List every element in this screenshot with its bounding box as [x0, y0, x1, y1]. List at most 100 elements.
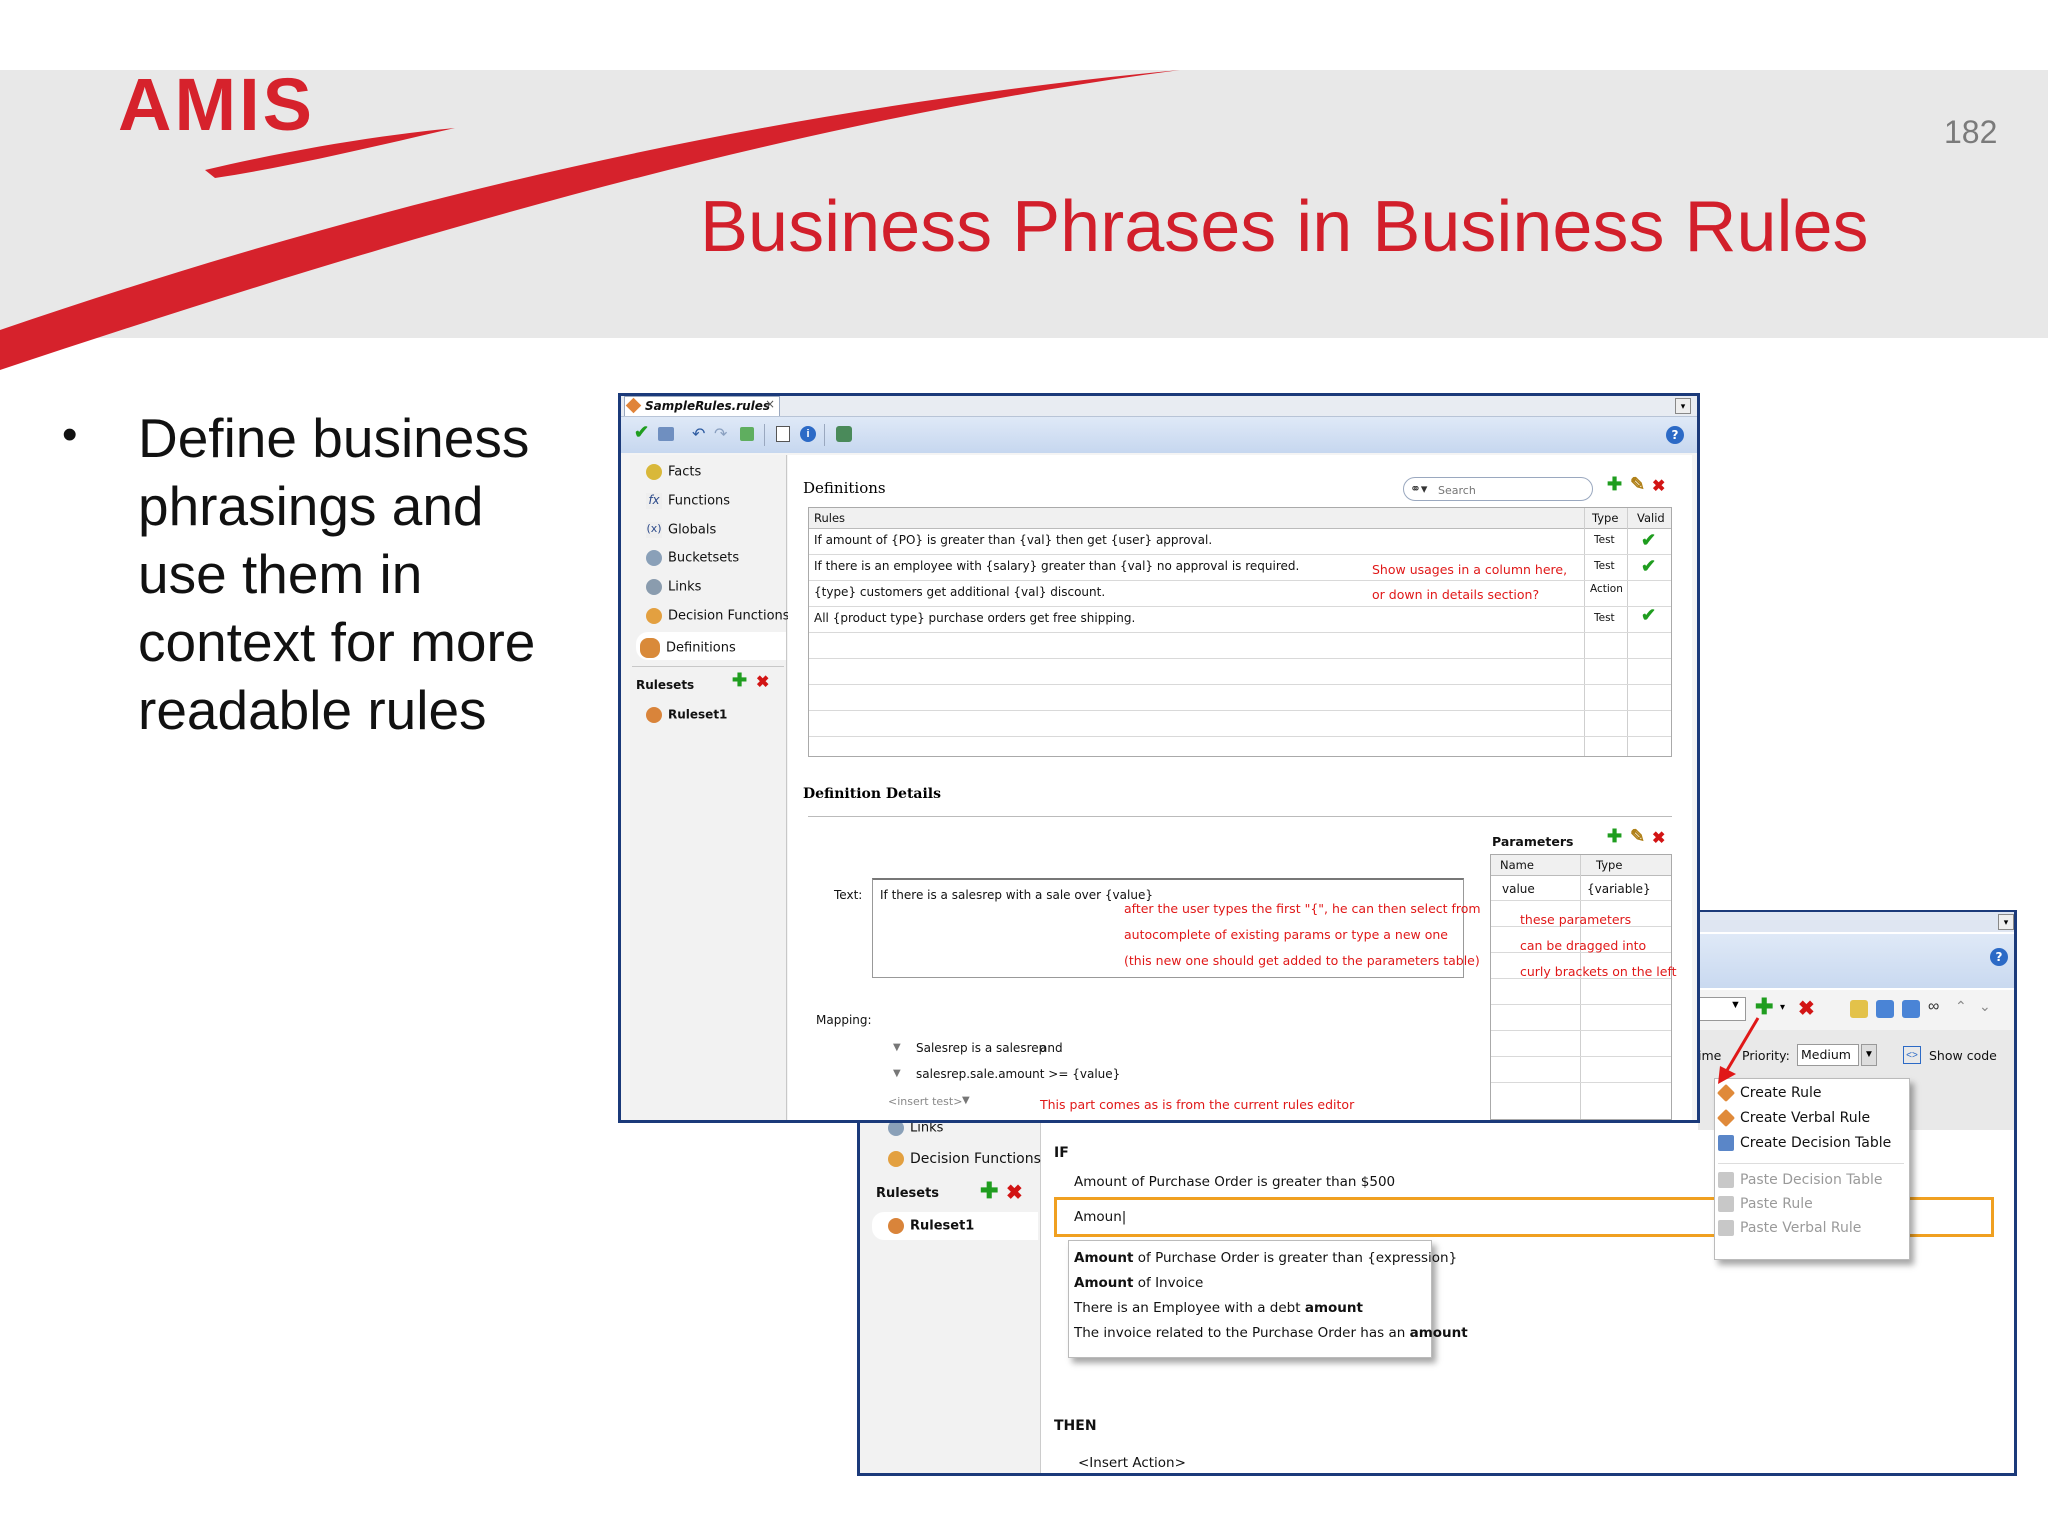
facts-icon	[646, 464, 662, 480]
toolbar-refresh-icon[interactable]	[740, 427, 754, 441]
menu-create-verbal-rule[interactable]: Create Verbal Rule	[1716, 1108, 1870, 1128]
col-rules[interactable]: Rules	[814, 511, 845, 525]
insert-test[interactable]: <insert test>	[888, 1095, 962, 1108]
mapping-line2[interactable]: salesrep.sale.amount >= {value}	[916, 1067, 1120, 1081]
delete-ruleset-icon[interactable]: ✖	[756, 672, 769, 692]
row-type: Test	[1594, 612, 1615, 624]
front-help-icon[interactable]: ?	[1666, 426, 1684, 444]
nav-facts[interactable]: Facts	[646, 464, 701, 480]
links-icon	[646, 579, 662, 595]
back-add-dropdown-icon[interactable]: ▾	[1780, 1002, 1785, 1013]
paste-icon	[1718, 1172, 1734, 1188]
suggestion-1[interactable]: Amount of Purchase Order is greater than…	[1074, 1250, 1457, 1266]
row-type: Action	[1590, 583, 1623, 595]
back-help-icon[interactable]: ?	[1990, 948, 2008, 966]
row-divider	[809, 658, 1671, 659]
back-tree-icon[interactable]	[1850, 1000, 1868, 1018]
mapping-expand-icon[interactable]: ▼	[893, 1068, 901, 1079]
show-code-icon[interactable]: <>	[1903, 1046, 1921, 1064]
if-label: IF	[1054, 1145, 1069, 1161]
nav-functions[interactable]: fx Functions	[646, 493, 730, 509]
toolbar-separator	[764, 424, 765, 446]
toolbar-redo-icon[interactable]: ↷	[714, 424, 727, 444]
toolbar-book-icon[interactable]	[658, 427, 674, 441]
row-divider	[809, 632, 1671, 633]
toolbar-separator-2	[824, 424, 825, 446]
param-col-name[interactable]: Name	[1500, 858, 1534, 872]
col-type[interactable]: Type	[1592, 511, 1618, 525]
suggestion-2[interactable]: Amount of Invoice	[1074, 1275, 1203, 1291]
add-ruleset-icon[interactable]: ✚	[732, 670, 747, 691]
mapping-label: Mapping:	[816, 1013, 872, 1027]
back-glasses-icon[interactable]: ∞	[1928, 998, 1939, 1016]
toolbar-report-icon[interactable]	[776, 426, 790, 442]
tab-list-icon[interactable]: ▾	[1675, 398, 1691, 414]
nav-bucketsets[interactable]: Bucketsets	[646, 550, 739, 566]
table-row[interactable]: If amount of {PO} is greater than {val} …	[814, 533, 1212, 547]
edit-definition-icon[interactable]: ✎	[1630, 474, 1645, 495]
definition-text-value[interactable]: If there is a salesrep with a sale over …	[880, 888, 1153, 902]
insert-action[interactable]: <Insert Action>	[1078, 1455, 1186, 1471]
validate-icon[interactable]: ✔	[634, 422, 649, 443]
nav-links[interactable]: Links	[646, 579, 701, 595]
param-col-type[interactable]: Type	[1596, 858, 1622, 872]
ruleset-item[interactable]: Ruleset1	[646, 707, 727, 723]
param-note-line2: can be dragged into	[1520, 938, 1647, 953]
back-copy-icon[interactable]	[1876, 1000, 1894, 1018]
condition-input-text[interactable]: Amoun|	[1074, 1209, 1126, 1225]
menu-paste-decision-table[interactable]: Paste Decision Table	[1718, 1172, 1883, 1188]
mapping-expand-icon[interactable]: ▼	[893, 1042, 901, 1053]
text-note-line1: after the user types the first "{", he c…	[1124, 901, 1481, 916]
back-delete-icon[interactable]: ✖	[1798, 996, 1815, 1021]
menu-create-decision-table[interactable]: Create Decision Table	[1718, 1135, 1891, 1151]
back-nav-sidebar	[860, 1115, 1041, 1473]
search-input[interactable]	[1436, 481, 1580, 499]
add-definition-icon[interactable]: ✚	[1607, 474, 1622, 495]
param-note-line3: curly brackets on the left	[1520, 964, 1677, 979]
menu-paste-rule[interactable]: Paste Rule	[1718, 1196, 1813, 1212]
edit-parameter-icon[interactable]: ✎	[1630, 826, 1645, 847]
param-row-divider	[1491, 1030, 1671, 1031]
menu-paste-verbal-rule[interactable]: Paste Verbal Rule	[1718, 1220, 1861, 1236]
back-ruleset-item[interactable]: Ruleset1	[888, 1218, 974, 1234]
table-row[interactable]: If there is an employee with {salary} gr…	[814, 559, 1299, 573]
back-window-titlebar	[1698, 934, 2014, 988]
col-valid[interactable]: Valid	[1637, 511, 1665, 525]
back-down-icon[interactable]: ⌄	[1979, 998, 1991, 1015]
priority-select[interactable]: Medium	[1797, 1044, 1859, 1066]
table-row[interactable]: All {product type} purchase orders get f…	[814, 611, 1135, 625]
suggestion-4[interactable]: The invoice related to the Purchase Orde…	[1074, 1325, 1468, 1341]
tab-bar	[621, 396, 1697, 417]
nav-definitions[interactable]: Definitions	[640, 638, 736, 658]
back-paste-icon[interactable]	[1902, 1000, 1920, 1018]
nav-decision-functions[interactable]: Decision Functions	[646, 608, 790, 624]
toolbar-test-icon[interactable]	[836, 426, 852, 442]
tab-close-icon[interactable]: ×	[765, 397, 775, 411]
if-condition-line[interactable]: Amount of Purchase Order is greater than…	[1074, 1174, 1395, 1190]
priority-dropdown-icon[interactable]: ▼	[1861, 1044, 1877, 1066]
show-code-label[interactable]: Show code	[1929, 1048, 1997, 1063]
suggestion-3[interactable]: There is an Employee with a debt amount	[1074, 1300, 1363, 1316]
delete-definition-icon[interactable]: ✖	[1652, 476, 1665, 496]
table-row[interactable]: {type} customers get additional {val} di…	[814, 585, 1105, 599]
mapping-line1[interactable]: Salesrep is a salesrep	[916, 1041, 1046, 1055]
back-add-ruleset-icon[interactable]: ✚	[980, 1178, 998, 1204]
bullet-text: Define business phrasings and use them i…	[138, 407, 536, 741]
param-row-divider	[1491, 1004, 1671, 1005]
row-divider	[809, 606, 1671, 607]
add-parameter-icon[interactable]: ✚	[1607, 826, 1622, 847]
back-up-icon[interactable]: ⌃	[1955, 998, 1967, 1015]
toolbar-info-icon[interactable]: i	[800, 426, 816, 442]
nav-globals[interactable]: (x) Globals	[646, 522, 716, 538]
back-delete-ruleset-icon[interactable]: ✖	[1006, 1180, 1023, 1205]
tab-samplerules[interactable]: SampleRules.rules	[624, 396, 780, 416]
param-name-value[interactable]: value	[1502, 882, 1535, 896]
binoculars-icon[interactable]: ⚭▾	[1410, 481, 1427, 497]
param-type-value[interactable]: {variable}	[1587, 882, 1651, 896]
delete-parameter-icon[interactable]: ✖	[1652, 828, 1665, 848]
menu-separator	[1718, 1163, 1904, 1164]
back-window-menu-arrow-icon[interactable]: ▾	[1998, 914, 2014, 930]
insert-test-dropdown-icon[interactable]: ▼	[962, 1095, 970, 1106]
back-nav-decision-functions[interactable]: Decision Functions	[888, 1151, 1041, 1167]
toolbar-undo-icon[interactable]: ↶	[692, 424, 705, 444]
